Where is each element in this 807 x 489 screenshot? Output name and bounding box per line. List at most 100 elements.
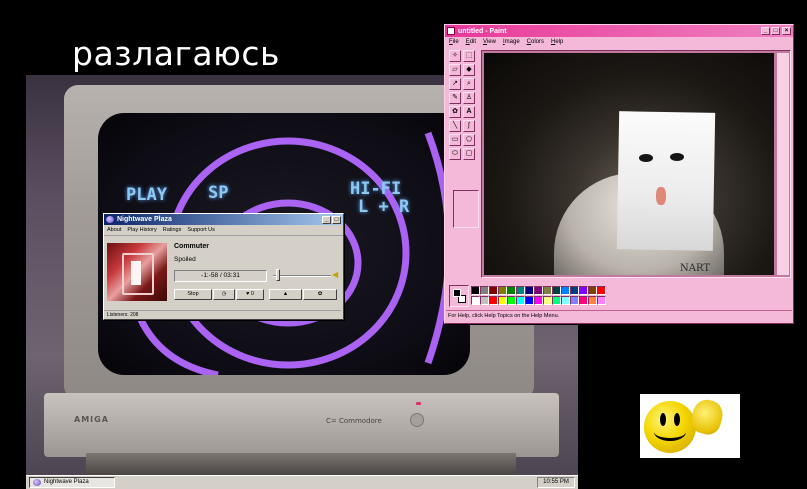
free-select-icon[interactable]: ✧ — [449, 50, 461, 62]
tool-options[interactable] — [453, 190, 479, 228]
palette-swatch[interactable] — [597, 286, 606, 295]
eraser-icon[interactable]: ▱ — [449, 64, 461, 76]
taskbar: Nightwave Plaza 10:55 PM — [26, 475, 578, 489]
paint-minimize-button[interactable]: _ — [761, 27, 770, 35]
osd-play: PLAY — [126, 185, 167, 205]
heart-icon: ♥ — [246, 291, 250, 297]
rounded-rect-icon[interactable]: ▢ — [463, 148, 475, 160]
rectangle-icon[interactable]: ▭ — [449, 134, 461, 146]
paint-titlebar[interactable]: untitled - Paint _ □ × — [445, 25, 793, 37]
mask-right-eye — [670, 153, 684, 161]
pencil-icon[interactable]: ✎ — [449, 92, 461, 104]
taskbar-nightwave-button[interactable]: Nightwave Plaza — [29, 477, 115, 488]
webcam-image: NART — [484, 53, 774, 275]
menu-colors[interactable]: Colors — [527, 39, 544, 45]
clock-icon: ◷ — [221, 291, 227, 297]
paint-canvas-area[interactable]: NART — [481, 50, 791, 278]
fill-bucket-icon[interactable]: ◆ — [463, 64, 475, 76]
airbrush-icon[interactable]: ✿ — [449, 106, 461, 118]
crt-base — [44, 393, 559, 457]
palette-swatch[interactable] — [570, 296, 579, 305]
shirt-text: NART — [680, 263, 710, 274]
palette-swatch[interactable] — [480, 286, 489, 295]
palette-swatch[interactable] — [588, 296, 597, 305]
palette-swatch[interactable] — [516, 296, 525, 305]
paint-close-button[interactable]: × — [782, 27, 791, 35]
power-knob — [410, 413, 424, 427]
paper-bag-mask — [616, 111, 716, 251]
palette-swatch[interactable] — [507, 296, 516, 305]
menu-file[interactable]: File — [449, 39, 459, 45]
palette-swatch[interactable] — [498, 296, 507, 305]
paint-toolbox: ✧ ⬚ ▱ ◆ ↗ ⌕ ✎ ♙ ✿ A ╲ ∫ ▭ ⬠ ⬭ ▢ — [449, 50, 479, 232]
palette-swatch[interactable] — [579, 296, 588, 305]
polygon-icon[interactable]: ⬠ — [463, 134, 475, 146]
smiley-mouth — [654, 423, 686, 441]
color-picker-icon[interactable]: ↗ — [449, 78, 461, 90]
like-count: 0 — [250, 291, 254, 297]
palette-swatch[interactable] — [579, 286, 588, 295]
palette-swatch[interactable] — [534, 296, 543, 305]
palette-swatch[interactable] — [534, 286, 543, 295]
album-art — [107, 243, 167, 301]
rect-select-icon[interactable]: ⬚ — [463, 50, 475, 62]
listeners-status: Listeners: 208 — [104, 310, 341, 319]
paint-menu: File Edit View Image Colors Help — [445, 37, 793, 47]
palette-swatch[interactable] — [498, 286, 507, 295]
magnifier-icon[interactable]: ⌕ — [463, 78, 475, 90]
crt-stand — [86, 453, 516, 475]
time-display: -1:-58 / 03:31 — [174, 270, 267, 282]
color-palette — [449, 285, 606, 307]
palette-swatch[interactable] — [552, 296, 561, 305]
plaza-taskbar-icon — [33, 479, 41, 486]
settings-button[interactable]: ✿ — [303, 289, 337, 300]
artist-name: Commuter — [174, 243, 210, 250]
palette-swatch[interactable] — [543, 296, 552, 305]
history-button[interactable]: ◷ — [213, 289, 235, 300]
like-button[interactable]: ♥ 0 — [236, 289, 264, 300]
osd-lr: L + R — [358, 197, 410, 217]
text-tool-icon[interactable]: A — [463, 106, 475, 118]
palette-swatch[interactable] — [516, 286, 525, 295]
palette-swatch[interactable] — [471, 286, 480, 295]
palette-swatch[interactable] — [561, 296, 570, 305]
power-led — [416, 402, 421, 405]
caption-text: разлагаюсь — [72, 34, 280, 73]
menu-view[interactable]: View — [483, 39, 496, 45]
palette-swatch[interactable] — [480, 296, 489, 305]
palette-swatch[interactable] — [552, 286, 561, 295]
current-colors[interactable] — [449, 285, 469, 307]
palette-swatch[interactable] — [588, 286, 597, 295]
palette-swatch[interactable] — [561, 286, 570, 295]
palette-swatch[interactable] — [471, 296, 480, 305]
curve-icon[interactable]: ∫ — [463, 120, 475, 132]
paint-window: untitled - Paint _ □ × File Edit View Im… — [444, 24, 794, 324]
osd-hifi: HI-FI — [350, 179, 402, 199]
menu-image[interactable]: Image — [503, 39, 520, 45]
menu-edit[interactable]: Edit — [466, 39, 476, 45]
ellipse-icon[interactable]: ⬭ — [449, 148, 461, 160]
line-icon[interactable]: ╲ — [449, 120, 461, 132]
mask-left-eye — [639, 154, 653, 162]
stop-button[interactable]: Stop — [174, 289, 212, 300]
palette-swatch[interactable] — [525, 286, 534, 295]
palette-swatch[interactable] — [525, 296, 534, 305]
palette-swatch[interactable] — [489, 286, 498, 295]
volume-slider-track[interactable] — [273, 275, 331, 277]
paint-maximize-button[interactable]: □ — [771, 27, 780, 35]
palette-swatch[interactable] — [570, 286, 579, 295]
palette-swatch[interactable] — [543, 286, 552, 295]
waving-smiley-image — [640, 394, 740, 458]
palette-swatch[interactable] — [507, 286, 516, 295]
amiga-badge: AMIGA — [74, 415, 109, 424]
brush-icon[interactable]: ♙ — [463, 92, 475, 104]
vertical-scrollbar[interactable] — [777, 53, 789, 275]
taskbar-task-label: Nightwave Plaza — [44, 479, 89, 485]
palette-swatch[interactable] — [597, 296, 606, 305]
system-clock: 10:55 PM — [537, 477, 575, 488]
menu-help[interactable]: Help — [551, 39, 563, 45]
gear-icon: ✿ — [317, 291, 323, 297]
volume-slider-knob[interactable] — [276, 269, 280, 281]
user-button[interactable]: ▲ — [269, 289, 302, 300]
palette-swatch[interactable] — [489, 296, 498, 305]
